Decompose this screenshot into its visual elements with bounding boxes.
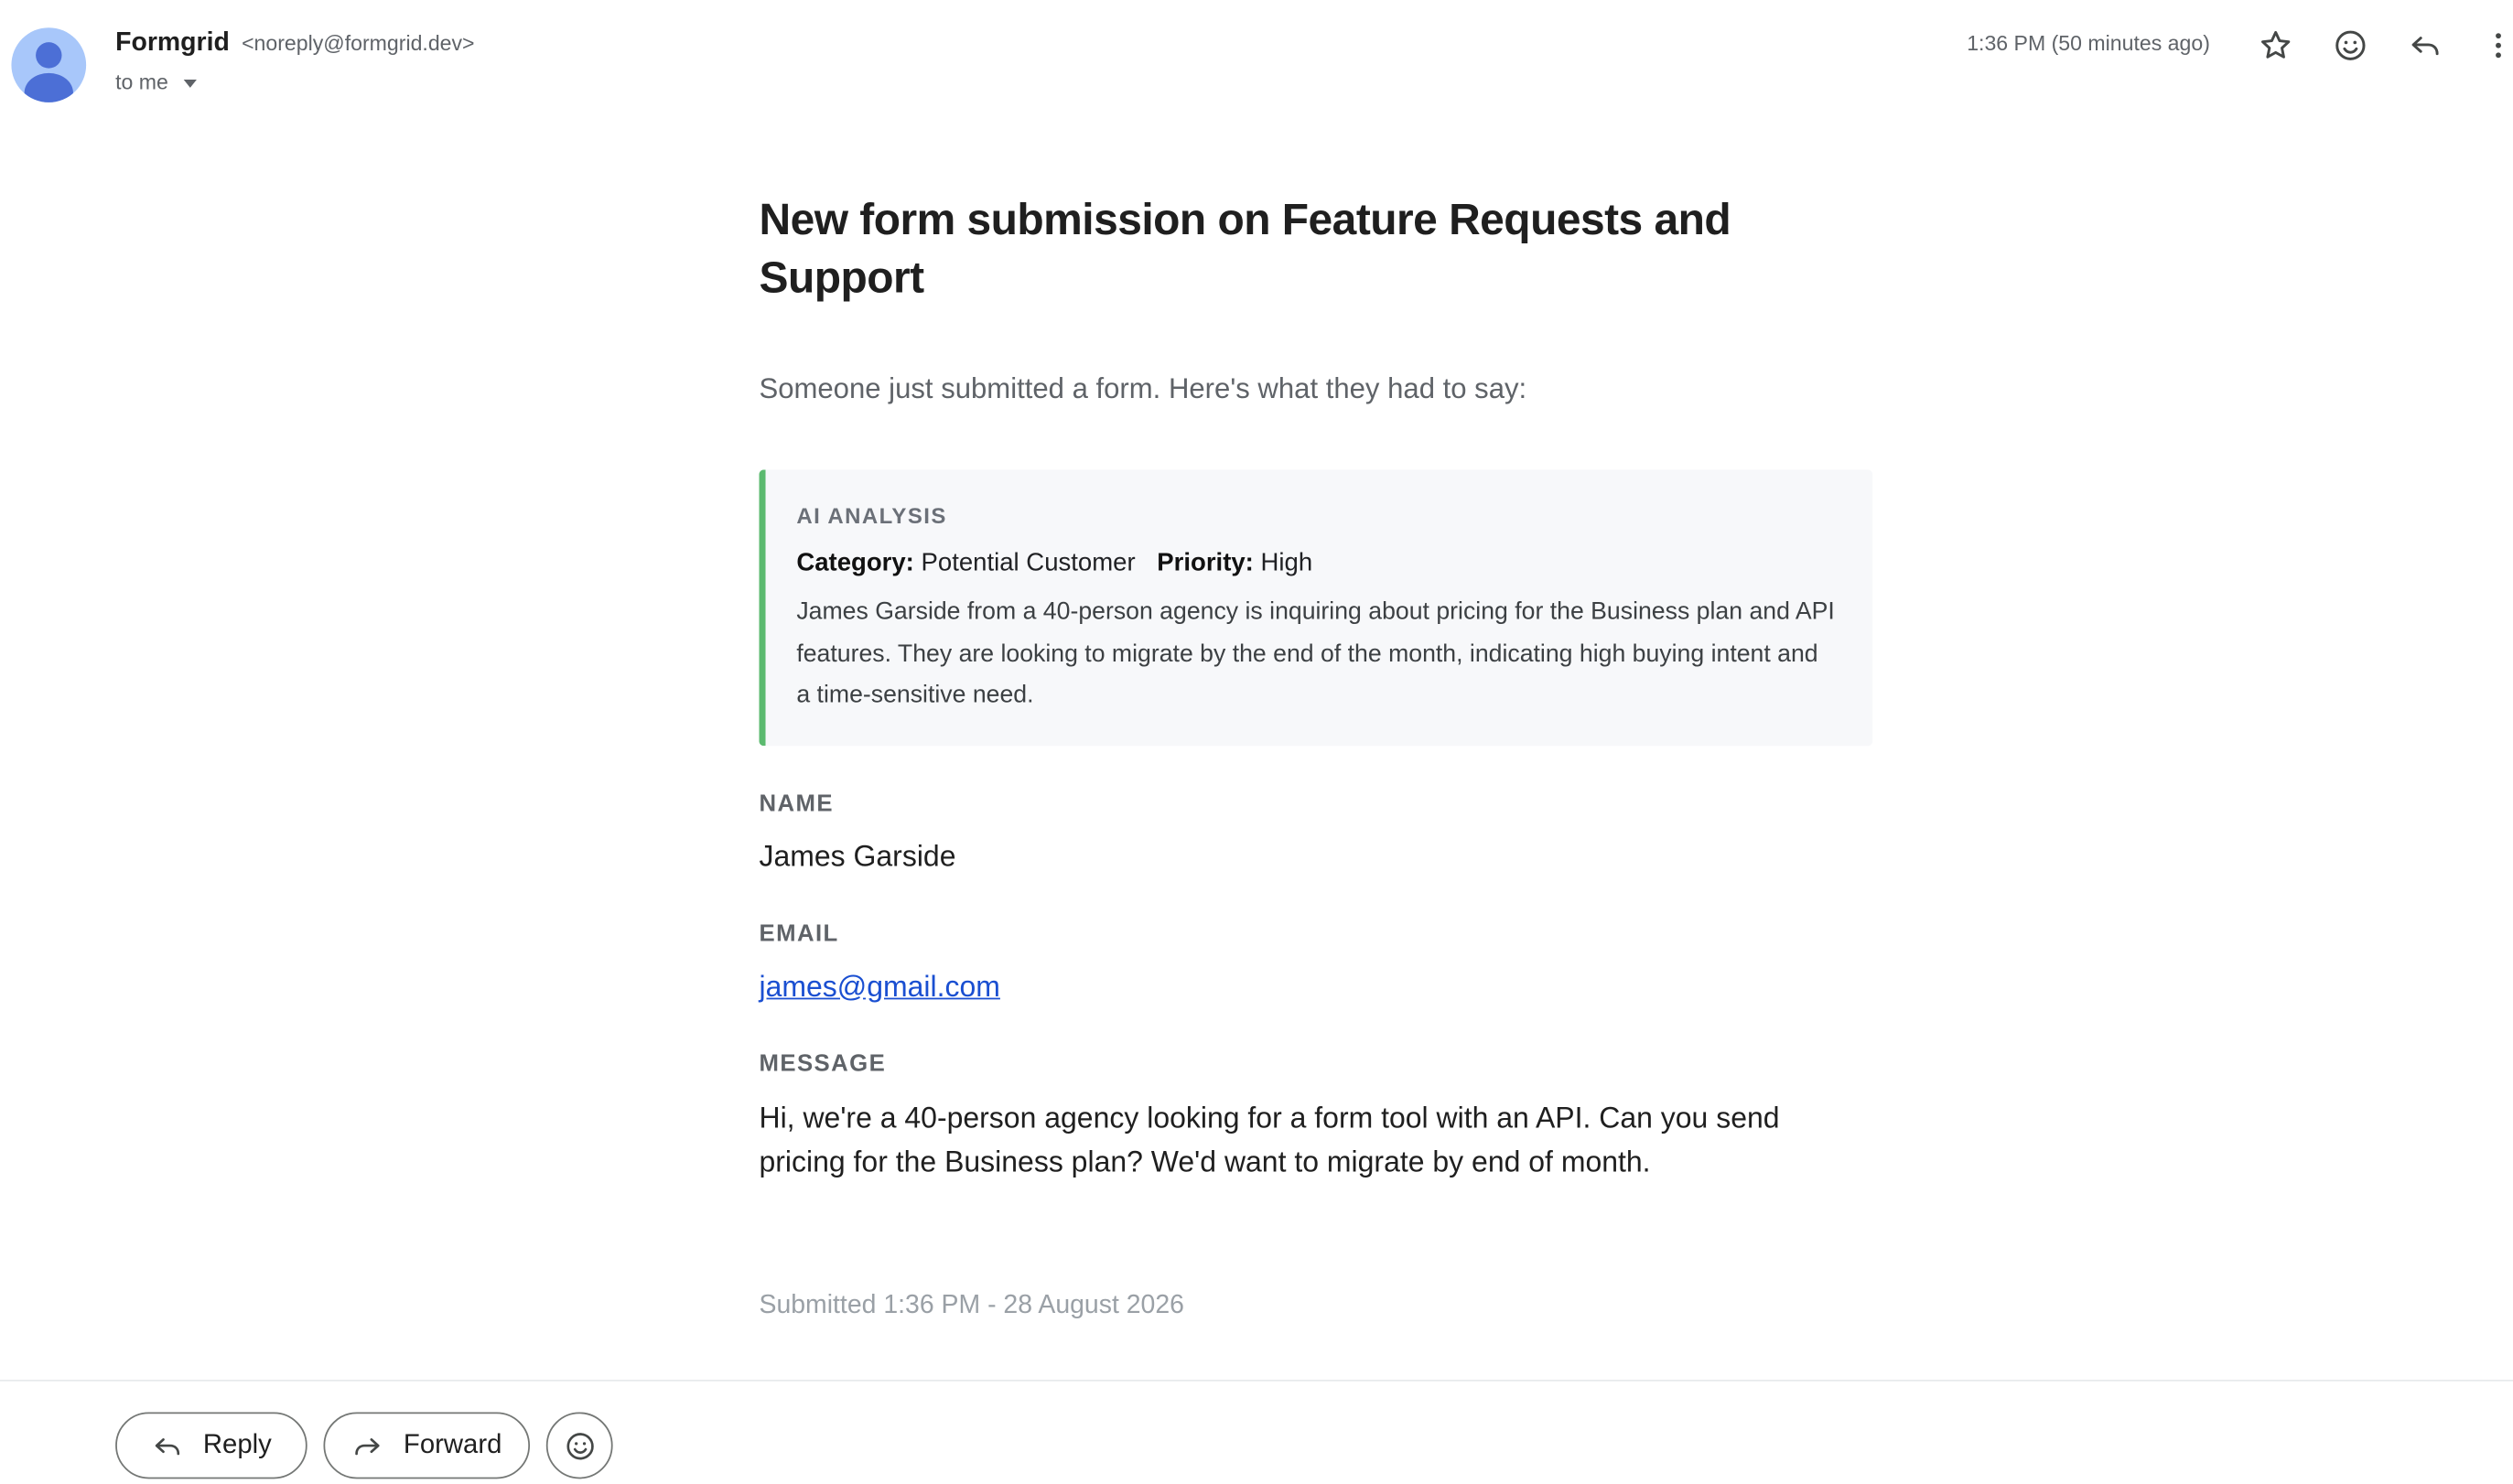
avatar[interactable] [11,27,87,102]
name-label: NAME [759,790,835,817]
ai-analysis-summary: James Garside from a 40-person agency is… [796,597,1835,709]
reply-label: Reply [202,1430,272,1460]
add-reaction-button[interactable] [2328,23,2374,69]
ai-analysis-meta: Category: Potential Customer Priority: H… [796,549,1837,578]
emoji-icon [2335,30,2366,60]
message-field: MESSAGE Hi, we're a 40-person agency loo… [759,1050,1872,1185]
react-button[interactable] [545,1412,613,1479]
reply-button-header[interactable] [2402,23,2448,69]
email-link[interactable]: james@gmail.com [759,970,999,1003]
avatar-head [36,42,62,69]
forward-icon [355,1437,381,1455]
submitted-timestamp: Submitted 1:36 PM - 28 August 2026 [759,1291,1184,1319]
ai-analysis-heading: AI ANALYSIS [796,503,947,529]
email-label: EMAIL [759,920,839,947]
category-label: Category: [796,549,914,577]
email-field: EMAIL james@gmail.com [759,920,1872,1004]
forward-button[interactable]: Forward [323,1412,531,1479]
ai-analysis-panel: AI ANALYSIS Category: Potential Customer… [759,469,1873,746]
reply-icon [155,1437,179,1455]
email-value-row: james@gmail.com [759,970,1872,1004]
reply-button[interactable]: Reply [115,1412,307,1479]
name-field: NAME James Garside [759,790,1872,874]
message-label: MESSAGE [759,1050,887,1077]
recipient-details-toggle[interactable]: to me [115,70,197,95]
more-vert-icon [2496,33,2501,59]
category-value: Potential Customer [921,549,1136,577]
emoji-icon [566,1432,593,1459]
star-button[interactable] [2253,23,2299,69]
sender-line: Formgrid <noreply@formgrid.dev> [115,29,474,59]
more-options-button[interactable] [2475,23,2513,69]
message-value: Hi, we're a 40-person agency looking for… [759,1101,1780,1178]
sender-address: <noreply@formgrid.dev> [242,30,475,56]
email-title: New form submission on Feature Requests … [759,195,1731,303]
priority-value: High [1260,549,1313,577]
reply-icon [2411,37,2439,56]
name-value: James Garside [759,839,956,872]
sender-name[interactable]: Formgrid [115,29,230,57]
chevron-down-icon[interactable] [182,79,197,88]
priority-label: Priority: [1157,549,1254,577]
message-timestamp: 1:36 PM (50 minutes ago) [1967,30,2210,56]
recipient-label: to me [115,70,168,95]
email-intro: Someone just submitted a form. Here's wh… [759,371,1527,405]
email-view: Formgrid <noreply@formgrid.dev> to me 1:… [0,0,2513,1484]
forward-label: Forward [403,1430,502,1460]
star-icon [2261,30,2291,59]
footer-divider [0,1379,2513,1382]
email-content: New form submission on Feature Requests … [759,190,1873,1320]
avatar-body [24,72,73,102]
